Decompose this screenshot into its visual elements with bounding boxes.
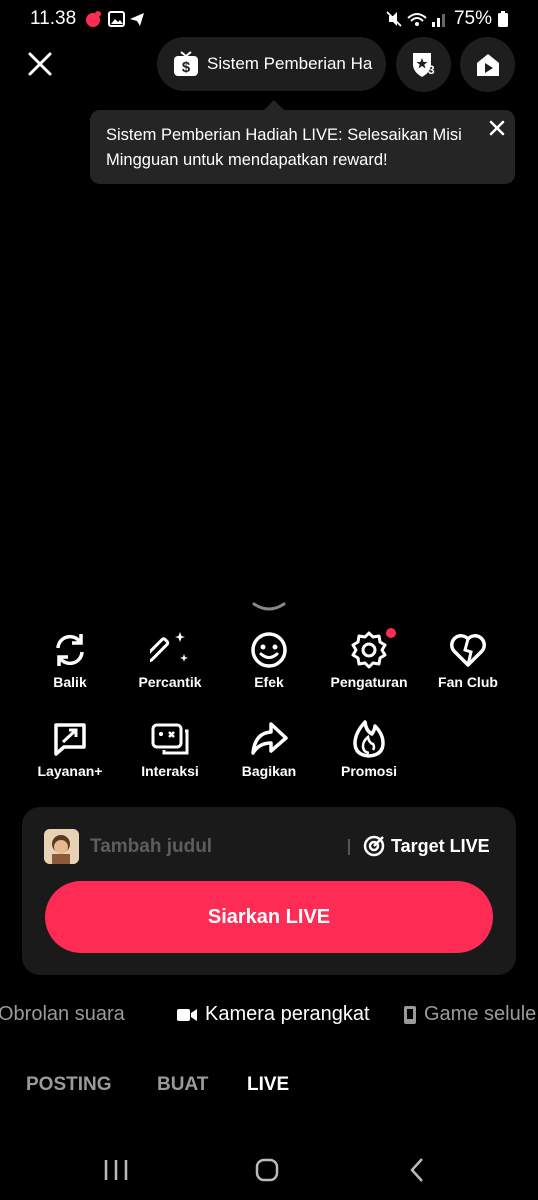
share-icon bbox=[251, 722, 288, 755]
close-button[interactable] bbox=[26, 50, 54, 78]
battery-icon bbox=[498, 11, 508, 27]
notification-icons bbox=[84, 10, 154, 33]
battery-percent: 75% bbox=[453, 8, 492, 29]
gift-tooltip: Sistem Pemberian Hadiah LIVE: Selesaikan… bbox=[90, 110, 515, 184]
back-icon bbox=[410, 1158, 423, 1182]
home-play-icon bbox=[476, 53, 499, 76]
status-right: 75% bbox=[386, 8, 508, 30]
heart-icon bbox=[450, 634, 486, 667]
close-icon bbox=[489, 120, 505, 136]
target-live-button[interactable]: Target LIVE bbox=[363, 835, 490, 857]
tool-efek[interactable]: Efek bbox=[219, 630, 319, 690]
go-live-button[interactable]: Siarkan LIVE bbox=[45, 881, 493, 953]
video-camera-icon bbox=[177, 1008, 197, 1021]
tab-posting[interactable]: POSTING bbox=[26, 1074, 112, 1096]
recents-icon bbox=[104, 1160, 128, 1180]
tab-live[interactable]: LIVE bbox=[247, 1074, 289, 1096]
target-live-label: Target LIVE bbox=[391, 835, 490, 856]
live-home-button[interactable] bbox=[460, 37, 515, 92]
tool-balik[interactable]: Balik bbox=[20, 630, 120, 690]
svg-text:$: $ bbox=[182, 59, 191, 76]
tooltip-arrow bbox=[264, 100, 284, 110]
status-time: 11.38 bbox=[30, 8, 77, 29]
mode-label: Obrolan suara bbox=[0, 1003, 125, 1025]
tool-bagikan[interactable]: Bagikan bbox=[219, 719, 319, 779]
tool-label: Pengaturan bbox=[330, 674, 408, 690]
tool-layanan[interactable]: Layanan+ bbox=[20, 719, 120, 779]
tooltip-close-button[interactable] bbox=[486, 117, 508, 139]
mode-mobile-game[interactable]: Game selule bbox=[404, 1003, 536, 1026]
tool-interaksi[interactable]: Interaksi bbox=[120, 719, 220, 779]
tool-label: Efek bbox=[254, 674, 284, 690]
mode-label: Game selule bbox=[424, 1003, 537, 1025]
home-icon bbox=[255, 1158, 279, 1182]
tool-fan-club[interactable]: Fan Club bbox=[418, 630, 518, 690]
notification-dot bbox=[386, 628, 396, 638]
chevron-down-icon bbox=[252, 602, 286, 611]
interaction-icon bbox=[151, 723, 189, 755]
tool-label: Percantik bbox=[138, 674, 202, 690]
mode-label: Kamera perangkat bbox=[205, 1003, 370, 1025]
flip-icon bbox=[56, 634, 84, 666]
phone-icon bbox=[404, 1005, 416, 1024]
home-button[interactable] bbox=[247, 1150, 287, 1190]
tool-label: Bagikan bbox=[241, 763, 297, 779]
tool-percantik[interactable]: Percantik bbox=[120, 630, 220, 690]
tool-label: Fan Club bbox=[438, 674, 498, 690]
gift-system-label: Sistem Pemberian Ha bbox=[207, 54, 373, 73]
divider bbox=[348, 839, 350, 855]
avatar[interactable] bbox=[44, 829, 79, 864]
system-icons bbox=[386, 11, 445, 27]
magic-wand-icon bbox=[144, 632, 188, 662]
collapse-handle[interactable] bbox=[251, 600, 287, 619]
recent-apps-button[interactable] bbox=[96, 1150, 136, 1190]
gear-icon bbox=[351, 631, 387, 669]
gift-money-icon: $ bbox=[174, 51, 198, 76]
rank-badge: 3 bbox=[428, 63, 435, 77]
arrow-box-icon bbox=[54, 723, 86, 756]
tool-label: Layanan+ bbox=[37, 763, 103, 779]
target-icon bbox=[363, 835, 385, 857]
mode-device-camera[interactable]: Kamera perangkat bbox=[177, 1003, 370, 1026]
tool-label: Interaksi bbox=[141, 763, 199, 779]
mode-voice-chat[interactable]: Obrolan suara bbox=[0, 1003, 125, 1026]
tool-pengaturan[interactable]: Pengaturan bbox=[319, 628, 419, 690]
back-button[interactable] bbox=[398, 1150, 438, 1190]
avatar-image bbox=[44, 829, 79, 864]
tool-label: Balik bbox=[53, 674, 87, 690]
close-icon bbox=[28, 52, 52, 76]
rank-button[interactable]: 3 bbox=[396, 37, 451, 92]
tab-buat[interactable]: BUAT bbox=[157, 1074, 208, 1096]
tool-label: Promosi bbox=[340, 763, 397, 779]
gift-system-button[interactable]: $ Sistem Pemberian Ha bbox=[157, 37, 386, 91]
tool-promosi[interactable]: Promosi bbox=[319, 719, 419, 779]
tooltip-text: Sistem Pemberian Hadiah LIVE: Selesaikan… bbox=[106, 126, 462, 169]
smiley-icon bbox=[251, 632, 287, 668]
flame-icon bbox=[353, 720, 385, 758]
title-input[interactable]: Tambah judul bbox=[90, 836, 212, 858]
